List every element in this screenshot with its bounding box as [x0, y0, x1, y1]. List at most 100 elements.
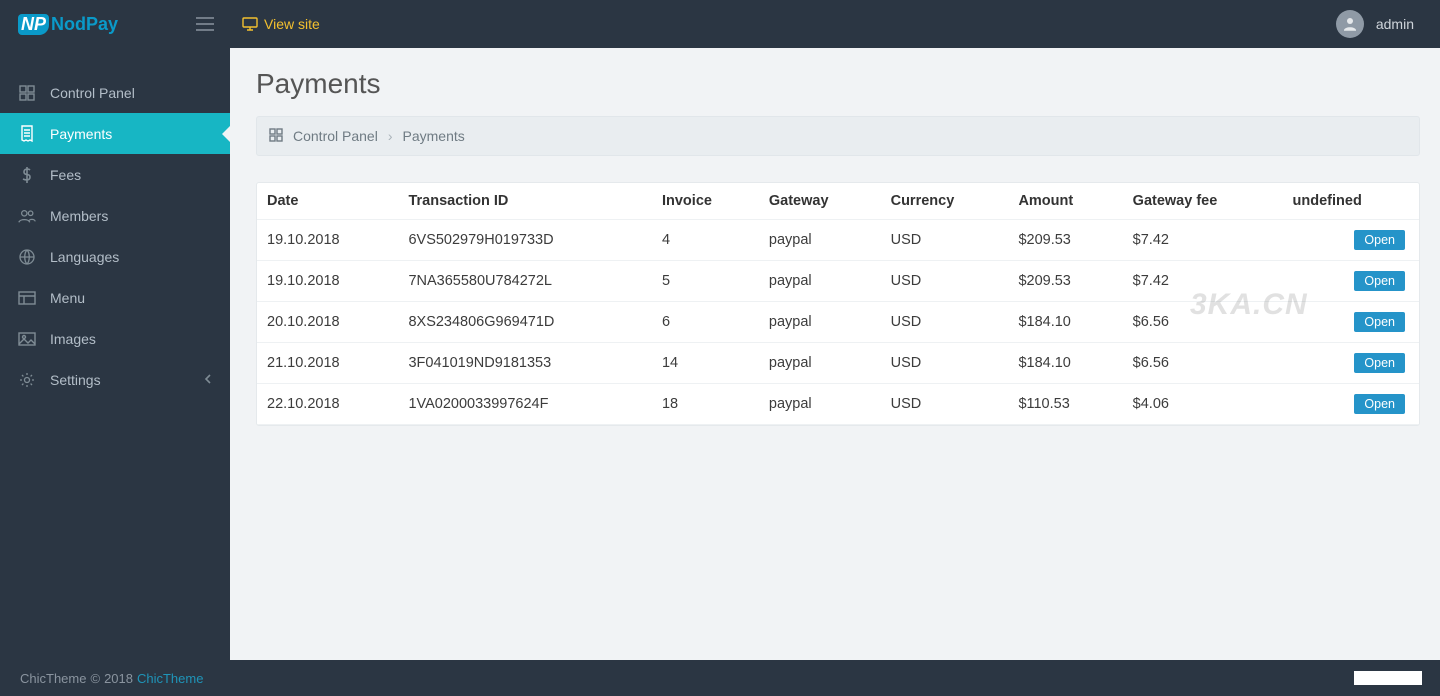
hamburger-icon — [195, 17, 215, 31]
gear-icon — [18, 372, 36, 388]
sidebar-item-label: Menu — [50, 290, 85, 306]
table-cell: paypal — [759, 302, 881, 343]
logo[interactable]: NPNodPay — [0, 0, 180, 48]
view-site-label: View site — [264, 16, 320, 32]
avatar — [1336, 10, 1364, 38]
table-cell: 20.10.2018 — [257, 302, 398, 343]
sidebar-toggle-button[interactable] — [180, 0, 230, 48]
open-button[interactable]: Open — [1354, 271, 1405, 291]
table-row: 19.10.20186VS502979H019733D4paypalUSD$20… — [257, 220, 1419, 261]
monitor-icon — [242, 17, 258, 31]
column-header: Gateway fee — [1123, 183, 1283, 220]
table-cell: USD — [881, 343, 1009, 384]
table-cell: 7NA365580U784272L — [398, 261, 652, 302]
footer-widget[interactable] — [1354, 671, 1422, 685]
globe-icon — [18, 249, 36, 265]
table-cell-action: Open — [1283, 384, 1419, 425]
breadcrumb-current: Payments — [403, 128, 465, 144]
open-button[interactable]: Open — [1354, 230, 1405, 250]
sidebar-item-images[interactable]: Images — [0, 318, 230, 359]
copyright-icon: © — [90, 671, 100, 686]
table-cell-action: Open — [1283, 261, 1419, 302]
table-cell: 4 — [652, 220, 759, 261]
sidebar-item-menu[interactable]: Menu — [0, 277, 230, 318]
table-cell: USD — [881, 220, 1009, 261]
table-cell: USD — [881, 302, 1009, 343]
table-cell: $7.42 — [1123, 220, 1283, 261]
table-cell: USD — [881, 384, 1009, 425]
footer-year: 2018 — [104, 671, 133, 686]
column-header: Amount — [1008, 183, 1122, 220]
image-icon — [18, 332, 36, 346]
dollar-icon — [18, 166, 36, 184]
footer: ChicTheme © 2018 ChicTheme — [0, 660, 1440, 696]
open-button[interactable]: Open — [1354, 353, 1405, 373]
sidebar-item-label: Settings — [50, 372, 101, 388]
user-menu[interactable]: admin — [1336, 10, 1440, 38]
chevron-right-icon: › — [388, 128, 393, 144]
table-cell: 5 — [652, 261, 759, 302]
table-cell: USD — [881, 261, 1009, 302]
table-cell: paypal — [759, 343, 881, 384]
breadcrumb-root[interactable]: Control Panel — [293, 128, 378, 144]
view-site-link[interactable]: View site — [230, 16, 332, 32]
open-button[interactable]: Open — [1354, 312, 1405, 332]
table-cell: $7.42 — [1123, 261, 1283, 302]
sidebar-item-label: Members — [50, 208, 108, 224]
username-label: admin — [1376, 16, 1414, 32]
page-title: Payments — [256, 68, 1420, 100]
receipt-icon — [18, 125, 36, 143]
table-cell: paypal — [759, 384, 881, 425]
column-header: Currency — [881, 183, 1009, 220]
column-header: Transaction ID — [398, 183, 652, 220]
table-cell: $4.06 — [1123, 384, 1283, 425]
user-icon — [1341, 15, 1359, 33]
table-row: 21.10.20183F041019ND918135314paypalUSD$1… — [257, 343, 1419, 384]
payments-table: DateTransaction IDInvoiceGatewayCurrency… — [257, 183, 1419, 425]
table-cell: paypal — [759, 261, 881, 302]
table-cell: 19.10.2018 — [257, 261, 398, 302]
payments-table-panel: DateTransaction IDInvoiceGatewayCurrency… — [256, 182, 1420, 426]
footer-link[interactable]: ChicTheme — [137, 671, 203, 686]
logo-icon: NPNodPay — [18, 14, 118, 35]
table-row: 22.10.20181VA0200033997624F18paypalUSD$1… — [257, 384, 1419, 425]
table-cell: 14 — [652, 343, 759, 384]
table-row: 19.10.20187NA365580U784272L5paypalUSD$20… — [257, 261, 1419, 302]
sidebar-item-label: Images — [50, 331, 96, 347]
sidebar-item-label: Control Panel — [50, 85, 135, 101]
table-cell-action: Open — [1283, 343, 1419, 384]
table-cell: $209.53 — [1008, 261, 1122, 302]
table-cell-action: Open — [1283, 220, 1419, 261]
table-cell: 6VS502979H019733D — [398, 220, 652, 261]
table-cell: 22.10.2018 — [257, 384, 398, 425]
sidebar-item-fees[interactable]: Fees — [0, 154, 230, 195]
table-header-row: DateTransaction IDInvoiceGatewayCurrency… — [257, 183, 1419, 220]
sidebar-item-members[interactable]: Members — [0, 195, 230, 236]
table-cell: $6.56 — [1123, 302, 1283, 343]
sidebar-item-payments[interactable]: Payments — [0, 113, 230, 154]
sidebar-item-control-panel[interactable]: Control Panel — [0, 72, 230, 113]
sidebar-item-label: Payments — [50, 126, 112, 142]
topnav: NPNodPay View site admin — [0, 0, 1440, 48]
sidebar-item-languages[interactable]: Languages — [0, 236, 230, 277]
table-cell-action: Open — [1283, 302, 1419, 343]
table-cell: $110.53 — [1008, 384, 1122, 425]
breadcrumb: Control Panel › Payments — [256, 116, 1420, 156]
chevron-left-icon — [204, 372, 212, 388]
footer-brand: ChicTheme — [20, 671, 86, 686]
table-cell: $184.10 — [1008, 343, 1122, 384]
sidebar-item-label: Languages — [50, 249, 119, 265]
grid-icon — [18, 85, 36, 101]
table-row: 20.10.20188XS234806G969471D6paypalUSD$18… — [257, 302, 1419, 343]
table-cell: $6.56 — [1123, 343, 1283, 384]
table-cell: paypal — [759, 220, 881, 261]
grid-icon — [269, 128, 283, 145]
column-header: undefined — [1283, 183, 1419, 220]
table-cell: $184.10 — [1008, 302, 1122, 343]
open-button[interactable]: Open — [1354, 394, 1405, 414]
table-cell: 3F041019ND9181353 — [398, 343, 652, 384]
column-header: Gateway — [759, 183, 881, 220]
table-cell: 8XS234806G969471D — [398, 302, 652, 343]
sidebar-item-settings[interactable]: Settings — [0, 359, 230, 400]
content-area: Payments Control Panel › Payments DateTr… — [230, 48, 1440, 660]
